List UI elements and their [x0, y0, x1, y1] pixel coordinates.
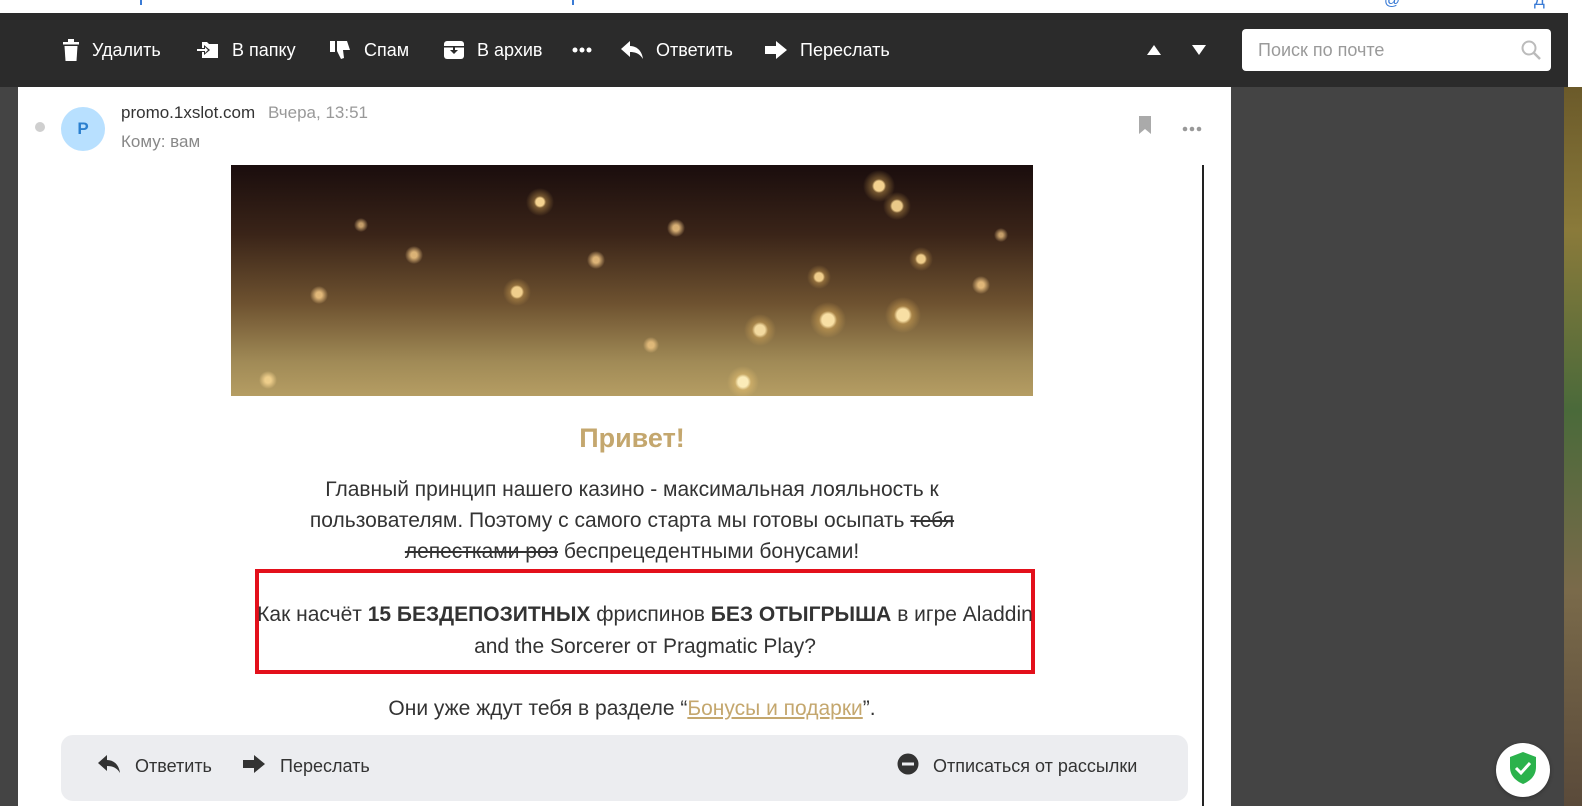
move-label: В папку	[232, 39, 296, 60]
top-strip: @ Д	[0, 0, 1582, 13]
where-start: Они уже ждут тебя в разделе “	[388, 697, 688, 720]
offer-part: фриспинов	[590, 603, 711, 626]
previous-message-button[interactable]	[1146, 13, 1162, 87]
where-end: ”.	[862, 697, 876, 720]
search-input[interactable]	[1242, 29, 1511, 71]
intro-paragraph: Главный принцип нашего казино - максимал…	[288, 474, 976, 567]
message-header-actions	[1138, 115, 1202, 140]
recipient-line: Кому: вам	[121, 132, 201, 151]
spam-label: Спам	[364, 39, 410, 60]
more-actions-button[interactable]	[572, 13, 592, 87]
window-edge	[1568, 0, 1582, 87]
security-extension-button[interactable]	[1496, 743, 1550, 797]
forward-label: Переслать	[800, 39, 890, 60]
archive-icon	[443, 39, 465, 61]
shield-check-icon	[1508, 751, 1538, 790]
strip-glyph: Д	[1534, 0, 1545, 9]
delete-label: Удалить	[92, 39, 161, 60]
read-status-dot[interactable]	[35, 122, 45, 132]
unsubscribe-button[interactable]: Отписаться от рассылки	[897, 735, 1137, 797]
more-icon[interactable]	[1182, 119, 1202, 137]
mail-search	[1242, 29, 1551, 71]
archive-label: В архив	[477, 39, 543, 60]
bottom-action-bar: Ответить Переслать Отписаться от рассылк…	[61, 735, 1188, 801]
strip-mark	[140, 0, 142, 5]
content-border	[1202, 165, 1204, 806]
more-icon	[572, 47, 592, 53]
bottom-reply-button[interactable]: Ответить	[97, 735, 212, 797]
bookmark-icon[interactable]	[1138, 115, 1152, 140]
folder-move-icon	[196, 40, 220, 60]
reply-button[interactable]: Ответить	[620, 13, 733, 87]
reply-icon	[97, 754, 121, 779]
next-message-button[interactable]	[1191, 13, 1207, 87]
forward-button[interactable]: Переслать	[764, 13, 890, 87]
offer-text: Как насчёт 15 БЕЗДЕПОЗИТНЫХ фриспинов БЕ…	[255, 599, 1035, 663]
move-to-folder-button[interactable]: В папку	[196, 13, 296, 87]
avatar: P	[61, 107, 105, 151]
spam-button[interactable]: Спам	[330, 13, 409, 87]
sender-name[interactable]: promo.1xslot.com	[121, 103, 255, 123]
reply-icon	[620, 40, 644, 60]
strip-mark	[572, 0, 574, 5]
unsubscribe-icon	[897, 753, 919, 780]
reply-label: Ответить	[656, 39, 733, 60]
forward-icon	[242, 754, 266, 779]
greeting-heading: Привет!	[579, 423, 685, 453]
offer-bold: БЕЗ ОТЫГРЫША	[710, 603, 892, 626]
arrow-up-icon	[1146, 44, 1162, 56]
thumbs-down-icon	[330, 39, 352, 61]
trash-icon	[62, 39, 80, 61]
bottom-reply-label: Ответить	[135, 755, 212, 776]
bottom-forward-label: Переслать	[280, 755, 370, 776]
mail-toolbar: Удалить В папку Спам В архив Ответить Пе…	[0, 13, 1568, 87]
forward-icon	[764, 40, 788, 60]
message-date: Вчера, 13:51	[268, 103, 368, 122]
bonus-location-text: Они уже ждут тебя в разделе “Бонусы и по…	[231, 697, 1033, 721]
arrow-down-icon	[1191, 44, 1207, 56]
background-image-edge	[1564, 87, 1582, 806]
offer-bold: 15 БЕЗДЕПОЗИТНЫХ	[367, 603, 591, 626]
bonuses-link[interactable]: Бонусы и подарки	[687, 697, 862, 720]
message-panel: P promo.1xslot.com Вчера, 13:51 Кому: ва…	[18, 87, 1231, 806]
intro-text-end: беспрецедентными бонусами!	[558, 540, 860, 563]
promo-banner-image	[231, 165, 1033, 396]
delete-button[interactable]: Удалить	[62, 13, 161, 87]
bottom-forward-button[interactable]: Переслать	[242, 735, 370, 797]
offer-part: Как насчёт	[257, 603, 368, 626]
archive-button[interactable]: В архив	[443, 13, 542, 87]
intro-text-start: Главный принцип нашего казино - максимал…	[309, 478, 939, 532]
strip-glyph: @	[1384, 0, 1401, 9]
search-icon[interactable]	[1511, 40, 1551, 60]
unsubscribe-label: Отписаться от рассылки	[933, 755, 1138, 776]
